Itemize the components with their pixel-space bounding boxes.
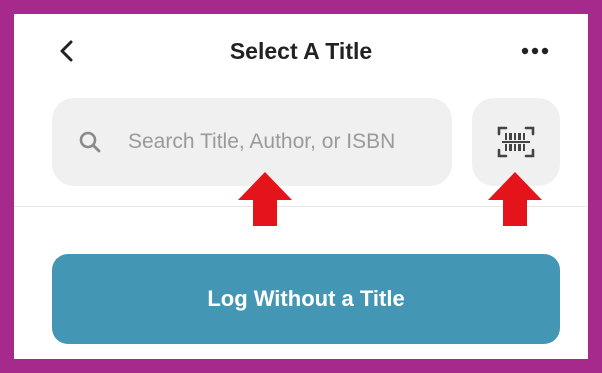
more-horizontal-icon	[521, 47, 549, 55]
chevron-left-icon	[60, 40, 73, 62]
log-without-title-button[interactable]: Log Without a Title	[52, 254, 560, 344]
barcode-scan-icon	[497, 126, 535, 158]
app-screen: Select A Title Search Title, Author, or …	[14, 14, 588, 359]
more-options-button[interactable]	[520, 40, 550, 62]
annotation-frame: Select A Title Search Title, Author, or …	[0, 0, 602, 373]
arrow-up-icon	[238, 172, 292, 226]
page-title: Select A Title	[229, 38, 373, 64]
search-icon	[79, 131, 101, 153]
search-input[interactable]	[128, 130, 428, 154]
arrow-up-icon	[488, 172, 542, 226]
back-button[interactable]	[52, 36, 82, 66]
